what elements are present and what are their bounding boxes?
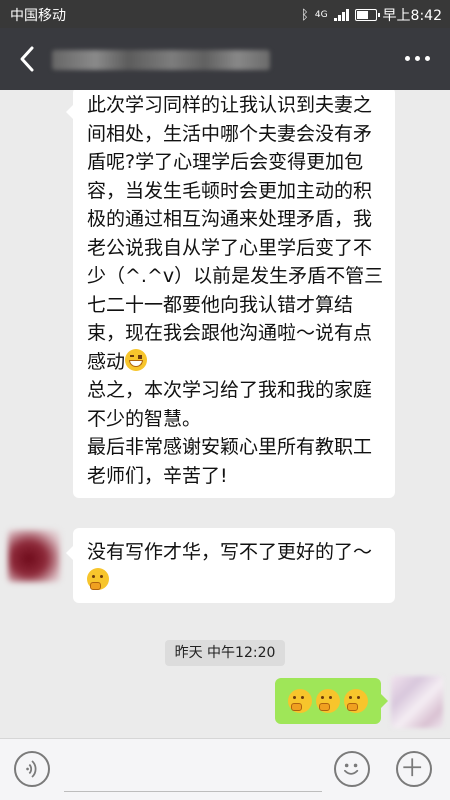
back-arrow-icon[interactable] — [14, 44, 44, 74]
message-text: 此次学习同样的让我认识到夫妻之间相处，生活中哪个夫妻会没有矛盾呢?学了心理学后会… — [87, 94, 384, 373]
signal-icon — [333, 9, 349, 21]
battery-icon — [354, 9, 380, 21]
thinking-emoji-icon — [288, 689, 312, 713]
grin-emoji-icon — [125, 348, 148, 371]
avatar-self[interactable] — [391, 676, 443, 728]
contact-name-blurred — [52, 50, 270, 70]
message-input[interactable] — [64, 791, 322, 792]
more-dots-icon[interactable] — [405, 56, 430, 61]
message-text: 最后非常感谢安颖心里所有教职工老师们，辛苦了! — [87, 436, 373, 487]
bluetooth-icon: ᛒ — [301, 7, 309, 23]
plus-icon[interactable] — [396, 751, 432, 787]
message-text: 没有写作才华，写不了更好的了～ — [87, 541, 373, 563]
thinking-emoji-icon — [87, 567, 109, 590]
chat-header — [0, 28, 450, 90]
message-timestamp: 昨天 中午12:20 — [165, 640, 285, 666]
chat-area[interactable]: 此次学习同样的让我认识到夫妻之间相处，生活中哪个夫妻会没有矛盾呢?学了心理学后会… — [0, 90, 450, 738]
thinking-emoji-icon — [316, 689, 340, 713]
input-bar — [0, 738, 450, 800]
message-bubble[interactable]: 没有写作才华，写不了更好的了～ — [66, 528, 395, 603]
status-bar: 中国移动 ᛒ 4G 早上8:42 — [0, 0, 450, 28]
carrier-name: 中国移动 — [10, 8, 66, 24]
message-bubble[interactable]: 此次学习同样的让我认识到夫妻之间相处，生活中哪个夫妻会没有矛盾呢?学了心理学后会… — [66, 90, 395, 498]
message-bubble-self[interactable] — [275, 678, 388, 724]
status-icons: ᛒ 4G 早上8:42 — [301, 5, 442, 25]
message-text: 总之，本次学习给了我和我的家庭不少的智慧。 — [87, 379, 373, 430]
network-type: 4G — [314, 10, 328, 20]
avatar[interactable] — [8, 530, 60, 582]
thinking-emoji-icon — [344, 689, 368, 713]
voice-icon[interactable] — [14, 751, 50, 787]
clock: 早上8:42 — [382, 8, 442, 24]
emoji-icon[interactable] — [334, 751, 370, 787]
